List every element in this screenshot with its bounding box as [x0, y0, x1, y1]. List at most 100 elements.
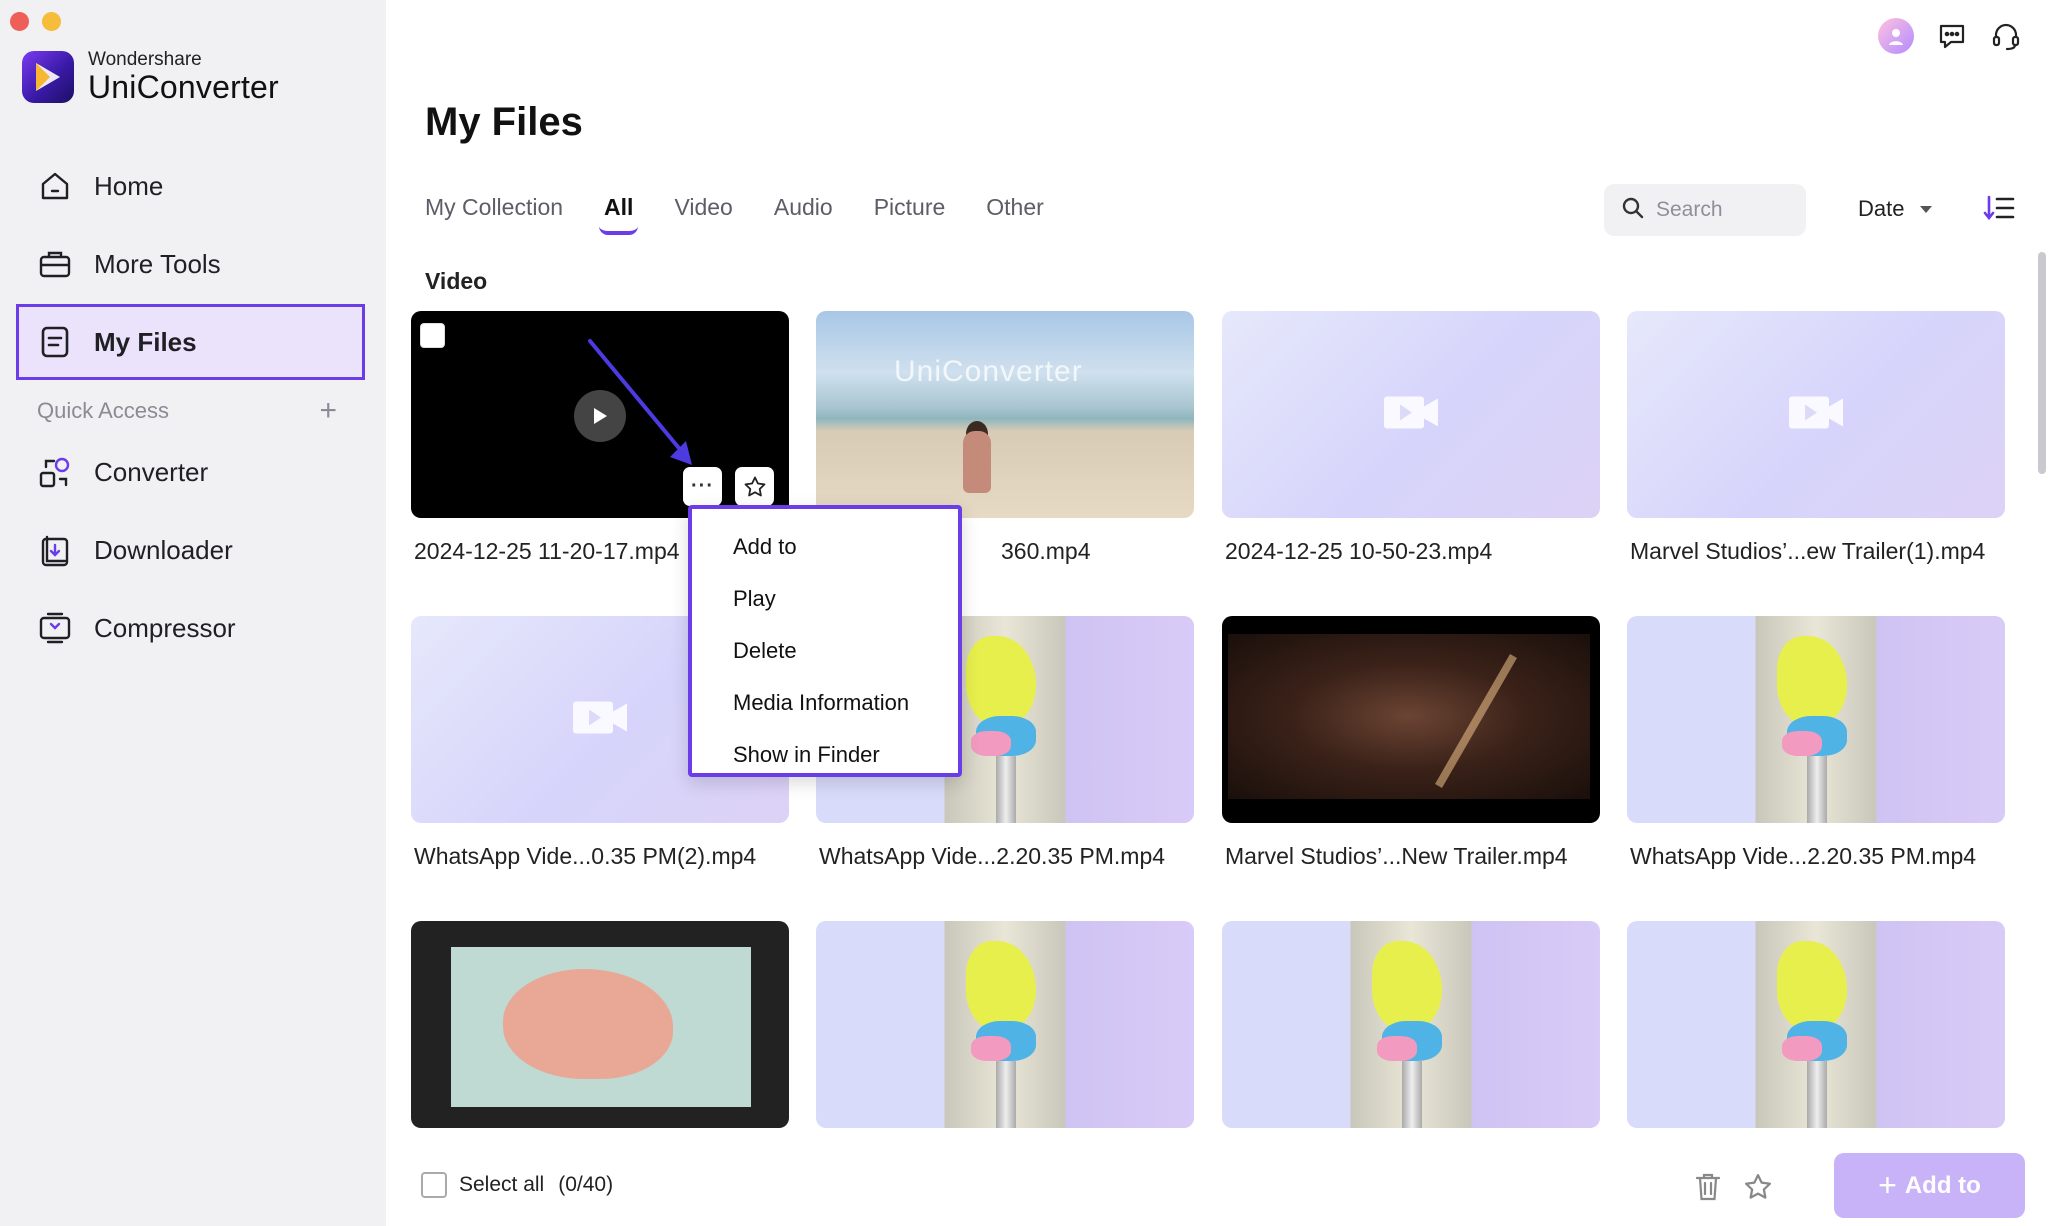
file-type-tabs: My Collection All Video Audio Picture Ot… — [425, 194, 1044, 235]
brand-company: Wondershare — [88, 49, 202, 70]
file-name: Marvel Studios’...New Trailer.mp4 — [1225, 843, 1568, 869]
sidebar-item-more-tools[interactable]: More Tools — [16, 226, 365, 302]
file-icon — [38, 325, 72, 359]
search-input[interactable] — [1656, 198, 1796, 222]
video-placeholder-icon — [573, 697, 627, 742]
file-thumbnail[interactable] — [816, 921, 1194, 1128]
sidebar-item-label: Converter — [94, 456, 209, 487]
sidebar-item-label: Home — [94, 170, 164, 201]
menu-item-play[interactable]: Play — [692, 573, 958, 625]
file-thumbnail[interactable] — [411, 921, 789, 1128]
add-to-button[interactable]: + Add to — [1834, 1153, 2025, 1218]
file-name: Marvel Studios’...ew Trailer(1).mp4 — [1630, 538, 1986, 564]
menu-item-show-in-finder[interactable]: Show in Finder — [692, 729, 958, 781]
sidebar-item-my-files[interactable]: My Files — [16, 304, 365, 380]
menu-item-add-to[interactable]: Add to — [692, 521, 958, 573]
file-thumbnail[interactable] — [1222, 311, 1600, 518]
select-all-checkbox[interactable] — [421, 1172, 447, 1198]
file-thumbnail[interactable] — [1627, 616, 2005, 823]
sort-dropdown[interactable]: Date — [1858, 196, 1933, 222]
file-thumbnail[interactable]: UniConverter — [816, 311, 1194, 518]
thumbnail-shape — [1807, 1061, 1827, 1128]
file-checkbox[interactable] — [420, 323, 445, 348]
thumbnail-shape — [966, 941, 1036, 1031]
chevron-down-icon — [1920, 205, 1933, 213]
thumbnail-shape — [996, 756, 1016, 823]
thumbnail-shape — [971, 731, 1011, 756]
select-all-control: Select all (0/40) — [421, 1172, 613, 1198]
tab-audio[interactable]: Audio — [774, 194, 833, 221]
video-placeholder-icon — [1384, 392, 1438, 437]
file-card[interactable] — [816, 921, 1194, 1128]
thumbnail-shape — [966, 636, 1036, 726]
sidebar-item-compressor[interactable]: Compressor — [16, 590, 365, 666]
add-quick-access-button[interactable]: + — [319, 396, 337, 426]
selection-count: (0/40) — [558, 1173, 614, 1196]
favorite-star-icon[interactable] — [1743, 1172, 1773, 1207]
page-title: My Files — [425, 100, 583, 144]
vertical-scrollbar[interactable] — [2038, 252, 2046, 474]
menu-item-delete[interactable]: Delete — [692, 625, 958, 677]
tab-my-collection[interactable]: My Collection — [425, 194, 563, 221]
main-panel: My Files My Collection All Video Audio P… — [386, 0, 2048, 1226]
file-thumbnail[interactable] — [1627, 311, 2005, 518]
converter-icon — [38, 455, 72, 489]
file-name: WhatsApp Vide...0.35 PM(2).mp4 — [414, 843, 757, 869]
trash-icon[interactable] — [1694, 1172, 1722, 1207]
sidebar-item-label: Downloader — [94, 534, 233, 565]
file-card[interactable]: Marvel Studios’...ew Trailer(1).mp4 — [1627, 311, 2005, 565]
close-window-button[interactable] — [10, 12, 29, 31]
sidebar-item-downloader[interactable]: Downloader — [16, 512, 365, 588]
uniconverter-logo-icon — [22, 51, 74, 103]
tab-picture[interactable]: Picture — [874, 194, 946, 221]
user-avatar[interactable] — [1878, 18, 1914, 54]
thumbnail-shape — [1402, 1061, 1422, 1128]
thumbnail-shape — [971, 1036, 1011, 1061]
file-thumbnail[interactable] — [1627, 921, 2005, 1128]
add-to-label: Add to — [1904, 1171, 1981, 1199]
feedback-icon[interactable] — [1936, 20, 1968, 52]
sidebar-item-home[interactable]: Home — [16, 148, 365, 224]
watermark-text: UniConverter — [894, 355, 1083, 388]
brand-product: UniConverter — [88, 69, 279, 105]
file-thumbnail[interactable] — [1222, 921, 1600, 1128]
tab-all[interactable]: All — [598, 194, 639, 235]
search-box — [1604, 184, 1806, 236]
thumbnail-shape — [1782, 1036, 1822, 1061]
annotation-arrow-icon — [588, 339, 692, 465]
thumbnail-shape — [1377, 1036, 1417, 1061]
file-name: 2024-12-25 10-50-23.mp4 — [1225, 538, 1493, 564]
sidebar-item-label: Compressor — [94, 612, 236, 643]
sort-order-icon[interactable] — [1983, 194, 2015, 227]
support-headset-icon[interactable] — [1990, 20, 2022, 52]
section-label: Video — [425, 268, 488, 294]
thumbnail-shape — [1372, 941, 1442, 1031]
top-toolbar — [1878, 18, 2022, 54]
downloader-icon — [38, 533, 72, 567]
file-card[interactable] — [411, 921, 789, 1128]
tab-video[interactable]: Video — [674, 194, 732, 221]
thumbnail-frame — [1228, 634, 1590, 799]
file-name: WhatsApp Vide...2.20.35 PM.mp4 — [1630, 843, 1977, 869]
thumbnail-shape — [503, 969, 673, 1079]
menu-item-media-information[interactable]: Media Information — [692, 677, 958, 729]
video-placeholder-icon — [1789, 392, 1843, 437]
sidebar-item-converter[interactable]: Converter — [16, 434, 365, 510]
minimize-window-button[interactable] — [42, 12, 61, 31]
thumbnail-shape — [1807, 756, 1827, 823]
file-card[interactable]: 2024-12-25 10-50-23.mp4 — [1222, 311, 1600, 565]
file-card[interactable] — [1222, 921, 1600, 1128]
app-brand: Wondershare UniConverter — [22, 50, 279, 104]
file-thumbnail[interactable] — [1222, 616, 1600, 823]
file-card[interactable] — [1627, 921, 2005, 1128]
bottom-action-bar: Select all (0/40) + Add to — [386, 1144, 2048, 1226]
quick-access-label: Quick Access — [37, 398, 170, 423]
file-card[interactable]: WhatsApp Vide...2.20.35 PM.mp4 — [1627, 616, 2005, 870]
file-card[interactable]: Marvel Studios’...New Trailer.mp4 — [1222, 616, 1600, 870]
thumbnail-shape — [1782, 731, 1822, 756]
quick-access-header: Quick Access + — [37, 396, 337, 426]
tab-other[interactable]: Other — [986, 194, 1044, 221]
select-all-label: Select all — [459, 1173, 545, 1196]
search-icon — [1622, 197, 1644, 224]
favorite-star-icon[interactable] — [735, 467, 774, 506]
